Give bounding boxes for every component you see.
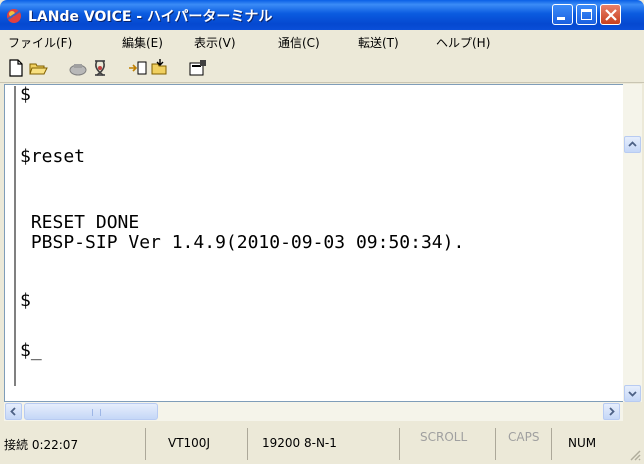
status-emulation: VT100J [168, 436, 210, 450]
title-bar[interactable]: LANde VOICE - ハイパーターミナル [0, 0, 644, 30]
horizontal-scrollbar[interactable] [4, 402, 623, 421]
chevron-down-icon [628, 391, 637, 397]
properties-icon[interactable] [188, 58, 208, 78]
send-icon[interactable] [128, 58, 148, 78]
horizontal-scroll-thumb[interactable] [24, 403, 158, 420]
menu-bar: ファイル(F) 編集(E) 表示(V) 通信(C) 転送(T) ヘルプ(H) [0, 30, 644, 54]
terminal-line: $_ [20, 340, 42, 361]
menu-file[interactable]: ファイル(F) [8, 34, 72, 51]
status-caps: CAPS [508, 430, 540, 444]
minimize-icon [557, 17, 565, 20]
new-icon[interactable] [6, 58, 26, 78]
terminal-line: PBSP-SIP Ver 1.4.9(2010-09-03 09:50:34). [20, 232, 465, 253]
menu-call[interactable]: 通信(C) [278, 34, 320, 51]
grip-icon [92, 409, 101, 416]
close-icon [605, 9, 617, 21]
hyperterminal-icon [7, 9, 21, 23]
scroll-left-button[interactable] [5, 403, 22, 420]
toolbar [0, 54, 644, 83]
chevron-left-icon [10, 407, 16, 416]
terminal-line: $ [20, 290, 31, 311]
terminal-line: RESET DONE [20, 212, 140, 233]
status-scroll: SCROLL [420, 430, 468, 444]
window-title: LANde VOICE - ハイパーターミナル [28, 9, 273, 25]
menu-view[interactable]: 表示(V) [194, 34, 236, 51]
terminal-screen[interactable]: $ $reset RESET DONE PBSP-SIP Ver 1.4.9(2… [14, 86, 610, 386]
disconnect-icon[interactable] [90, 58, 110, 78]
connect-icon[interactable] [68, 58, 88, 78]
minimize-button[interactable] [552, 4, 573, 25]
menu-edit[interactable]: 編集(E) [122, 34, 163, 51]
status-port-settings: 19200 8-N-1 [262, 436, 337, 450]
maximize-button[interactable] [576, 4, 597, 25]
scroll-up-button[interactable] [624, 136, 641, 153]
status-bar: 接続 0:22:07 VT100J 19200 8-N-1 SCROLL CAP… [0, 424, 644, 464]
terminal-line: $ [20, 84, 31, 105]
status-connected-time: 接続 0:22:07 [4, 438, 79, 452]
resize-grip-icon[interactable] [628, 448, 642, 462]
terminal-line: $reset [20, 146, 86, 167]
maximize-icon [581, 9, 592, 20]
chevron-right-icon [609, 407, 615, 416]
menu-transfer[interactable]: 転送(T) [358, 34, 399, 51]
hyperterminal-window: LANde VOICE - ハイパーターミナル ファイル(F) 編集(E) 表示… [0, 0, 644, 464]
receive-icon[interactable] [150, 58, 170, 78]
open-icon[interactable] [28, 58, 48, 78]
chevron-up-icon [628, 141, 637, 147]
status-num: NUM [568, 436, 597, 450]
scroll-down-button[interactable] [624, 385, 641, 402]
menu-help[interactable]: ヘルプ(H) [436, 34, 490, 51]
scroll-right-button[interactable] [603, 403, 620, 420]
close-button[interactable] [600, 4, 621, 25]
vertical-scrollbar[interactable] [623, 84, 642, 402]
